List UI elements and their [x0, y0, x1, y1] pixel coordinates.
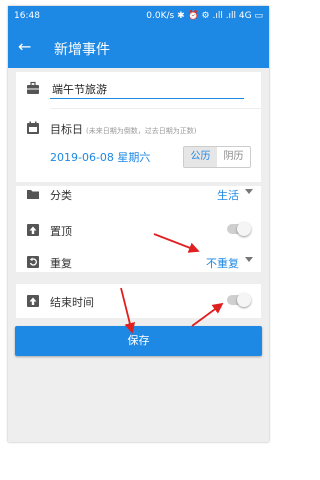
annotation-arrows [120, 233, 224, 334]
phone-screen: 16:48 0.0K/s ✱ ⏰ ⚙ .ıll .ıll 4G ▭ ← 新增事件… [8, 6, 269, 442]
arrow-to-save [120, 287, 136, 334]
arrow-to-repeat [153, 233, 200, 253]
arrow-to-end-time-switch [191, 302, 224, 327]
